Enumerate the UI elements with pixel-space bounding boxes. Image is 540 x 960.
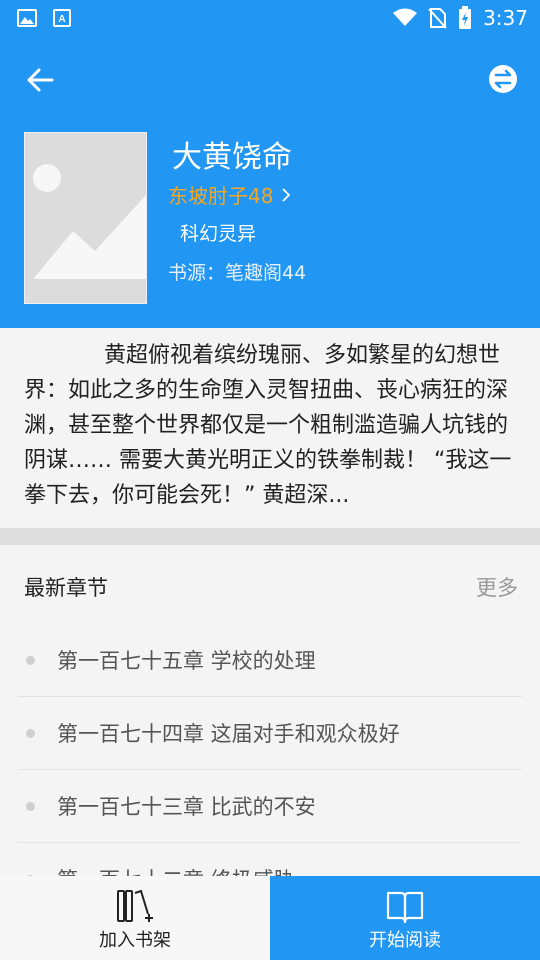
more-button[interactable]: 更多 xyxy=(476,572,518,602)
bullet-icon xyxy=(26,728,35,738)
author-name: 东坡肘子48 xyxy=(168,184,274,208)
section-divider xyxy=(0,528,540,545)
gallery-icon xyxy=(17,9,37,27)
book-description: 黄超俯视着缤纷瑰丽、多如繁星的幻想世界：如此之多的生命堕入灵智扭曲、丧心病狂的深… xyxy=(24,343,512,508)
app-notification-icon: A xyxy=(53,9,71,27)
chapter-title: 第一百七十四章 这届对手和观众极好 xyxy=(57,722,400,746)
add-to-shelf-button[interactable]: 加入书架 xyxy=(0,876,270,960)
wifi-icon xyxy=(393,8,417,26)
bullet-icon xyxy=(26,655,35,665)
bottom-action-bar: 加入书架 开始阅读 xyxy=(0,876,540,960)
switch-source-icon[interactable] xyxy=(488,64,518,94)
add-to-shelf-label: 加入书架 xyxy=(99,930,171,951)
chapter-item[interactable]: 第一百七十五章 学校的处理 xyxy=(18,624,522,697)
svg-text:A: A xyxy=(58,14,65,25)
chapter-item[interactable]: 第一百七十三章 比武的不安 xyxy=(18,770,522,843)
bookshelf-add-icon xyxy=(117,889,153,922)
chapter-item[interactable]: 第一百七十二章 终极威胁 xyxy=(18,843,522,876)
back-arrow-icon[interactable] xyxy=(22,62,62,98)
battery-charging-icon xyxy=(459,6,471,29)
start-reading-button[interactable]: 开始阅读 xyxy=(270,876,540,960)
chapter-item[interactable]: 第一百七十四章 这届对手和观众极好 xyxy=(18,697,522,770)
chapter-list: 第一百七十五章 学校的处理 第一百七十四章 这届对手和观众极好 第一百七十三章 … xyxy=(18,624,522,876)
start-reading-label: 开始阅读 xyxy=(369,930,441,951)
latest-chapters-title: 最新章节 xyxy=(24,576,108,600)
no-sim-icon xyxy=(428,8,447,29)
open-book-icon xyxy=(386,891,424,924)
chapter-title: 第一百七十五章 学校的处理 xyxy=(57,649,316,673)
chapter-title: 第一百七十三章 比武的不安 xyxy=(57,795,316,819)
status-bar: A 3:37 xyxy=(0,0,540,36)
image-placeholder-icon xyxy=(33,164,146,279)
author-link[interactable]: 东坡肘子48 xyxy=(168,180,291,209)
book-cover xyxy=(24,132,147,304)
chapter-title: 第一百七十二章 终极威胁 xyxy=(57,864,295,876)
book-title: 大黄饶命 xyxy=(172,140,292,175)
book-genre: 科幻灵异 xyxy=(180,223,257,245)
status-time: 3:37 xyxy=(483,6,528,30)
book-header: 大黄饶命 东坡肘子48 科幻灵异 书源：笔趣阁44 xyxy=(0,36,540,328)
chevron-right-icon xyxy=(282,187,291,202)
bullet-icon xyxy=(26,801,35,811)
book-source[interactable]: 书源：笔趣阁44 xyxy=(168,258,306,285)
